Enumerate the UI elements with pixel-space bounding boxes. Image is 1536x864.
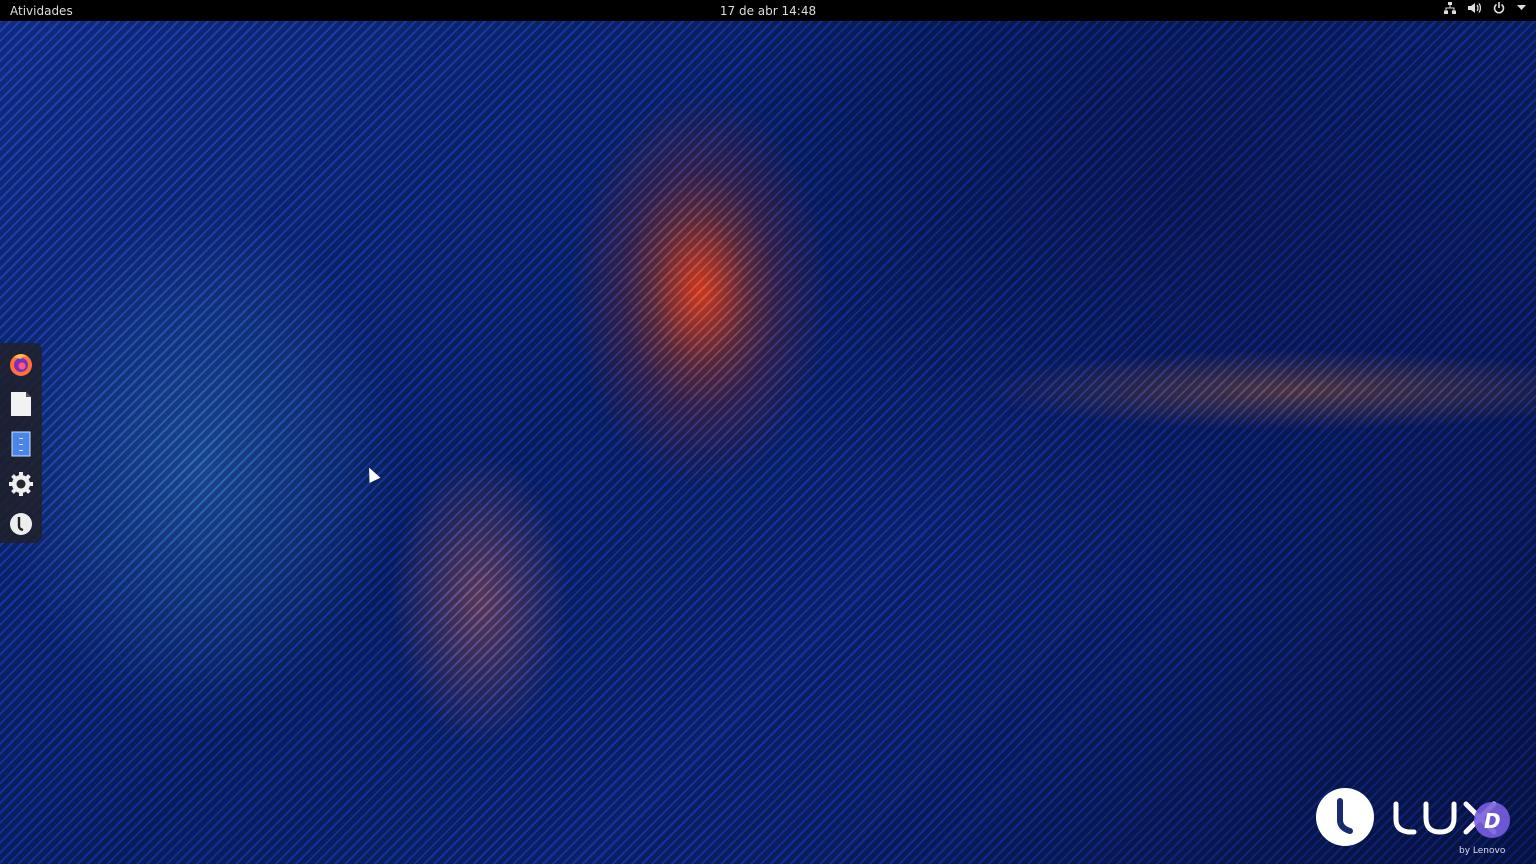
firefox-icon bbox=[10, 354, 32, 376]
dock-app-files[interactable] bbox=[6, 429, 36, 459]
desktop-wallpaper bbox=[0, 0, 1536, 864]
network-icon bbox=[1444, 2, 1456, 14]
chevron-down-icon bbox=[1517, 5, 1526, 10]
gear-icon bbox=[9, 472, 33, 496]
svg-text:D: D bbox=[1484, 809, 1501, 833]
lux-watermark-logo: D by Lenovo bbox=[1316, 788, 1526, 858]
dash-dock bbox=[0, 343, 42, 543]
activities-button[interactable]: Atividades bbox=[10, 4, 73, 18]
document-icon bbox=[11, 392, 31, 416]
dock-app-settings[interactable] bbox=[6, 469, 36, 499]
clock-datetime[interactable]: 17 de abr 14:48 bbox=[720, 4, 816, 18]
dock-app-lux[interactable] bbox=[6, 509, 36, 539]
top-bar: Atividades 17 de abr 14:48 bbox=[0, 0, 1536, 21]
dock-app-firefox[interactable] bbox=[6, 349, 36, 379]
svg-text:by Lenovo: by Lenovo bbox=[1459, 846, 1506, 856]
system-tray[interactable] bbox=[1444, 2, 1526, 14]
file-cabinet-icon bbox=[11, 431, 31, 457]
dock-app-documents[interactable] bbox=[6, 389, 36, 419]
power-icon bbox=[1493, 2, 1505, 14]
volume-icon bbox=[1468, 3, 1481, 13]
lux-icon bbox=[10, 513, 32, 535]
wallpaper-stripes bbox=[0, 0, 1536, 864]
